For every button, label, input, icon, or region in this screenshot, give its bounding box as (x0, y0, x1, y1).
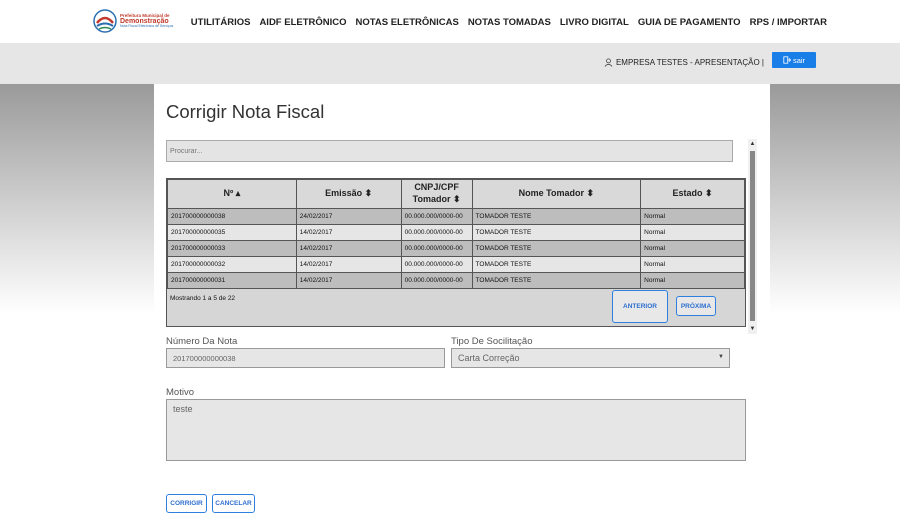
cell-cnpj: 00.000.000/0000-00 (400, 240, 473, 257)
scroll-up-arrow-icon[interactable]: ▲ (748, 139, 757, 149)
cell-numero: 201700000000035 (167, 224, 297, 241)
table-row[interactable]: 201700000000038 24/02/2017 00.000.000/00… (167, 208, 745, 225)
numero-nota-value: 201700000000038 (173, 354, 236, 363)
motivo-value: teste (173, 404, 193, 414)
logo-emblem-icon (93, 9, 117, 33)
cell-nome: TOMADOR TESTE (471, 272, 642, 289)
cell-emissao: 14/02/2017 (295, 272, 402, 289)
column-header-numero[interactable]: Nº ▴ (167, 179, 297, 209)
column-header-nome-tomador[interactable]: Nome Tomador ⬍ (471, 179, 642, 209)
column-header-emissao[interactable]: Emissão ⬍ (295, 179, 402, 209)
cancelar-button[interactable]: CANCELAR (212, 494, 255, 513)
user-info: EMPRESA TESTES - APRESENTAÇÃO | (604, 58, 764, 67)
logo-text: Prefeitura Municipal de Demonstração Not… (120, 13, 174, 29)
nav-rps-importar[interactable]: RPS / IMPORTAR (750, 17, 827, 28)
cell-estado: Normal (640, 256, 745, 273)
motivo-label: Motivo (166, 387, 194, 398)
pagination-info: Mostrando 1 a 5 de 22 (170, 295, 236, 302)
notes-grid: Nº ▴ Emissão ⬍ CNPJ/CPF Tomador ⬍ Nome T… (166, 139, 757, 334)
municipality-logo[interactable]: Prefeitura Municipal de Demonstração Not… (93, 8, 193, 34)
corrigir-button[interactable]: CORRIGIR (166, 494, 207, 513)
cell-estado: Normal (640, 272, 745, 289)
nav-utilitarios[interactable]: UTILITÁRIOS (191, 17, 251, 28)
top-navbar: Prefeitura Municipal de Demonstração Not… (0, 0, 900, 43)
nav-notas-eletronicas[interactable]: NOTAS ELETRÔNICAS (356, 17, 459, 28)
tipo-solicitacao-select[interactable]: Carta Correção ▼ (451, 348, 730, 368)
motivo-textarea[interactable]: teste (166, 399, 746, 461)
logo-line-3: Nota Fiscal Eletrônica de Serviços (120, 24, 174, 28)
page-title: Corrigir Nota Fiscal (166, 101, 325, 122)
notes-table-container: Nº ▴ Emissão ⬍ CNPJ/CPF Tomador ⬍ Nome T… (166, 178, 746, 327)
cell-emissao: 14/02/2017 (295, 256, 402, 273)
cell-emissao: 14/02/2017 (295, 224, 402, 241)
cell-nome: TOMADOR TESTE (471, 208, 642, 225)
cell-emissao: 14/02/2017 (295, 240, 402, 257)
next-page-button[interactable]: PRÓXIMA (676, 296, 716, 316)
tipo-solicitacao-label: Tipo De Socilitação (451, 336, 533, 347)
tipo-solicitacao-value: Carta Correção (458, 353, 520, 363)
cell-nome: TOMADOR TESTE (471, 256, 642, 273)
previous-page-button[interactable]: ANTERIOR (612, 290, 668, 323)
notes-table: Nº ▴ Emissão ⬍ CNPJ/CPF Tomador ⬍ Nome T… (167, 179, 745, 289)
cell-estado: Normal (640, 224, 745, 241)
nav-notas-tomadas[interactable]: NOTAS TOMADAS (468, 17, 551, 28)
nav-guia-de-pagamento[interactable]: GUIA DE PAGAMENTO (638, 17, 741, 28)
cell-cnpj: 00.000.000/0000-00 (400, 272, 473, 289)
scroll-down-arrow-icon[interactable]: ▼ (748, 324, 757, 334)
cell-cnpj: 00.000.000/0000-00 (400, 224, 473, 241)
table-row[interactable]: 201700000000033 14/02/2017 00.000.000/00… (167, 240, 745, 257)
cell-cnpj: 00.000.000/0000-00 (400, 208, 473, 225)
main-panel: Corrigir Nota Fiscal Nº ▴ Emissão ⬍ CNPJ… (154, 84, 770, 526)
numero-nota-field[interactable]: 201700000000038 (166, 348, 445, 368)
nav-aidf-eletronico[interactable]: AIDF ELETRÔNICO (259, 17, 346, 28)
cell-numero: 201700000000033 (167, 240, 297, 257)
nav-livro-digital[interactable]: LIVRO DIGITAL (560, 17, 629, 28)
logout-label: sair (792, 55, 806, 65)
table-row[interactable]: 201700000000032 14/02/2017 00.000.000/00… (167, 256, 745, 273)
user-bar: EMPRESA TESTES - APRESENTAÇÃO | sair (0, 43, 900, 84)
cell-estado: Normal (640, 208, 745, 225)
logout-icon (783, 56, 791, 64)
cell-emissao: 24/02/2017 (295, 208, 402, 225)
cell-numero: 201700000000031 (167, 272, 297, 289)
user-icon (604, 58, 613, 67)
cell-estado: Normal (640, 240, 745, 257)
numero-nota-label: Número Da Nota (166, 336, 238, 347)
cell-nome: TOMADOR TESTE (471, 224, 642, 241)
chevron-down-icon: ▼ (718, 354, 724, 360)
column-header-estado[interactable]: Estado ⬍ (640, 179, 745, 209)
user-name-label: EMPRESA TESTES - APRESENTAÇÃO | (615, 58, 764, 67)
cell-nome: TOMADOR TESTE (471, 240, 642, 257)
logout-button[interactable]: sair (772, 52, 816, 68)
cell-numero: 201700000000038 (167, 208, 297, 225)
column-header-cnpj[interactable]: CNPJ/CPF Tomador ⬍ (400, 179, 473, 209)
cell-cnpj: 00.000.000/0000-00 (400, 256, 473, 273)
table-row[interactable]: 201700000000035 14/02/2017 00.000.000/00… (167, 224, 745, 241)
table-row[interactable]: 201700000000031 14/02/2017 00.000.000/00… (167, 272, 745, 289)
search-input[interactable] (166, 140, 733, 162)
scrollbar-thumb[interactable] (750, 151, 755, 321)
main-menu: UTILITÁRIOS AIDF ELETRÔNICO NOTAS ELETRÔ… (182, 17, 827, 28)
vertical-scrollbar[interactable]: ▲ ▼ (748, 139, 757, 334)
cell-numero: 201700000000032 (167, 256, 297, 273)
